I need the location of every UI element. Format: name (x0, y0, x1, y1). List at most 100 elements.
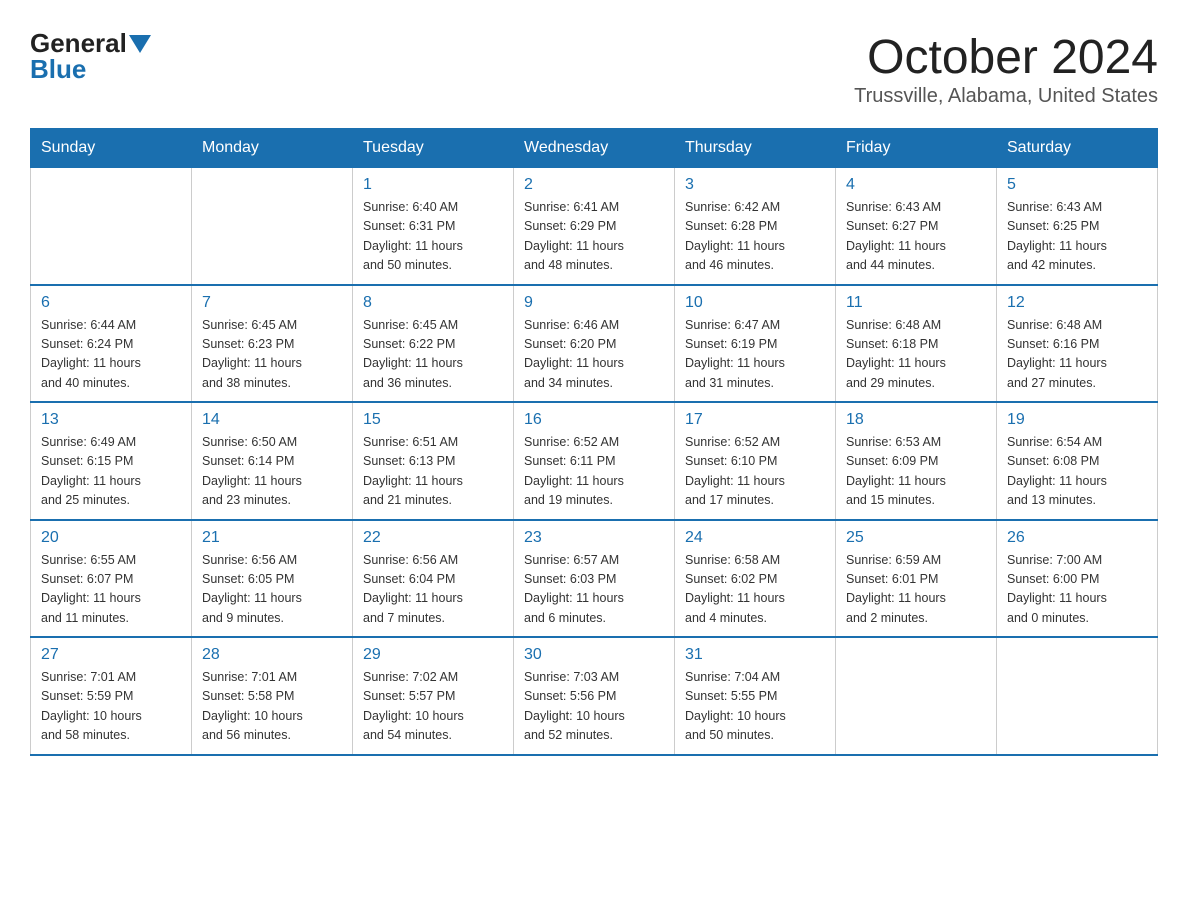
calendar-cell: 19Sunrise: 6:54 AM Sunset: 6:08 PM Dayli… (997, 402, 1158, 520)
calendar-cell: 20 Sunrise: 6:55 AM Sunset: 6:07 PM Dayli… (31, 520, 192, 638)
day-number: 30 (524, 646, 664, 664)
day-info: Sunrise: 6:52 AM Sunset: 6:11 PM Dayligh… (524, 433, 664, 511)
day-info: Sunrise: 7:03 AM Sunset: 5:56 PM Dayligh… (524, 668, 664, 746)
day-info: Sunrise: 6:52 AM Sunset: 6:10 PM Dayligh… (685, 433, 825, 511)
calendar-cell: 11 Sunrise: 6:48 AM Sunset: 6:18 PM Dayli… (836, 285, 997, 403)
calendar-cell: 2Sunrise: 6:41 AM Sunset: 6:29 PM Daylig… (514, 168, 675, 285)
day-number: 27 (41, 646, 181, 664)
weekday-header-tuesday: Tuesday (353, 129, 514, 168)
day-number: 24 (685, 529, 825, 547)
calendar-cell: 13 Sunrise: 6:49 AM Sunset: 6:15 PM Dayli… (31, 402, 192, 520)
calendar-cell (31, 168, 192, 285)
calendar-cell: 30 Sunrise: 7:03 AM Sunset: 5:56 PM Dayli… (514, 637, 675, 755)
day-info: Sunrise: 6:46 AM Sunset: 6:20 PM Dayligh… (524, 316, 664, 394)
day-info: Sunrise: 6:42 AM Sunset: 6:28 PM Dayligh… (685, 198, 825, 276)
calendar-cell: 9 Sunrise: 6:46 AM Sunset: 6:20 PM Daylig… (514, 285, 675, 403)
day-number: 4 (846, 176, 986, 194)
day-number: 3 (685, 176, 825, 194)
day-info: Sunrise: 6:50 AM Sunset: 6:14 PM Dayligh… (202, 433, 342, 511)
day-info: Sunrise: 6:45 AM Sunset: 6:22 PM Dayligh… (363, 316, 503, 394)
logo-triangle-icon (129, 35, 151, 53)
day-info: Sunrise: 6:56 AM Sunset: 6:05 PM Dayligh… (202, 551, 342, 629)
day-info: Sunrise: 6:43 AM Sunset: 6:27 PM Dayligh… (846, 198, 986, 276)
calendar-cell: 15 Sunrise: 6:51 AM Sunset: 6:13 PM Dayli… (353, 402, 514, 520)
day-number: 15 (363, 411, 503, 429)
calendar-cell: 29 Sunrise: 7:02 AM Sunset: 5:57 PM Dayli… (353, 637, 514, 755)
calendar-cell (997, 637, 1158, 755)
calendar-cell: 14 Sunrise: 6:50 AM Sunset: 6:14 PM Dayli… (192, 402, 353, 520)
day-info: Sunrise: 6:54 AM Sunset: 6:08 PM Dayligh… (1007, 433, 1147, 511)
day-info: Sunrise: 6:53 AM Sunset: 6:09 PM Dayligh… (846, 433, 986, 511)
calendar-cell: 4 Sunrise: 6:43 AM Sunset: 6:27 PM Daylig… (836, 168, 997, 285)
day-info: Sunrise: 6:40 AM Sunset: 6:31 PM Dayligh… (363, 198, 503, 276)
calendar-cell: 16 Sunrise: 6:52 AM Sunset: 6:11 PM Dayli… (514, 402, 675, 520)
day-info: Sunrise: 6:48 AM Sunset: 6:18 PM Dayligh… (846, 316, 986, 394)
calendar-cell: 6 Sunrise: 6:44 AM Sunset: 6:24 PM Daylig… (31, 285, 192, 403)
day-number: 6 (41, 294, 181, 312)
calendar-cell: 31Sunrise: 7:04 AM Sunset: 5:55 PM Dayli… (675, 637, 836, 755)
calendar-cell: 8Sunrise: 6:45 AM Sunset: 6:22 PM Daylig… (353, 285, 514, 403)
week-row-3: 13 Sunrise: 6:49 AM Sunset: 6:15 PM Dayli… (31, 402, 1158, 520)
day-number: 10 (685, 294, 825, 312)
calendar-cell: 26 Sunrise: 7:00 AM Sunset: 6:00 PM Dayli… (997, 520, 1158, 638)
day-info: Sunrise: 6:51 AM Sunset: 6:13 PM Dayligh… (363, 433, 503, 511)
calendar-cell (836, 637, 997, 755)
weekday-header-friday: Friday (836, 129, 997, 168)
day-info: Sunrise: 6:49 AM Sunset: 6:15 PM Dayligh… (41, 433, 181, 511)
day-info: Sunrise: 6:55 AM Sunset: 6:07 PM Dayligh… (41, 551, 181, 629)
calendar-cell: 25 Sunrise: 6:59 AM Sunset: 6:01 PM Dayli… (836, 520, 997, 638)
day-info: Sunrise: 6:48 AM Sunset: 6:16 PM Dayligh… (1007, 316, 1147, 394)
day-info: Sunrise: 7:02 AM Sunset: 5:57 PM Dayligh… (363, 668, 503, 746)
day-number: 13 (41, 411, 181, 429)
day-info: Sunrise: 7:00 AM Sunset: 6:00 PM Dayligh… (1007, 551, 1147, 629)
day-number: 16 (524, 411, 664, 429)
weekday-header-row: SundayMondayTuesdayWednesdayThursdayFrid… (31, 129, 1158, 168)
day-number: 11 (846, 294, 986, 312)
calendar-cell: 22Sunrise: 6:56 AM Sunset: 6:04 PM Dayli… (353, 520, 514, 638)
week-row-2: 6 Sunrise: 6:44 AM Sunset: 6:24 PM Daylig… (31, 285, 1158, 403)
title-block: October 2024 Trussville, Alabama, United… (854, 30, 1158, 108)
logo-general-text: General (30, 30, 127, 56)
day-info: Sunrise: 6:45 AM Sunset: 6:23 PM Dayligh… (202, 316, 342, 394)
weekday-header-sunday: Sunday (31, 129, 192, 168)
day-number: 7 (202, 294, 342, 312)
day-info: Sunrise: 7:01 AM Sunset: 5:58 PM Dayligh… (202, 668, 342, 746)
day-number: 18 (846, 411, 986, 429)
calendar-cell: 24Sunrise: 6:58 AM Sunset: 6:02 PM Dayli… (675, 520, 836, 638)
calendar-cell: 1 Sunrise: 6:40 AM Sunset: 6:31 PM Daylig… (353, 168, 514, 285)
day-number: 17 (685, 411, 825, 429)
logo-blue-text: Blue (30, 56, 86, 82)
day-number: 26 (1007, 529, 1147, 547)
day-number: 20 (41, 529, 181, 547)
day-info: Sunrise: 6:44 AM Sunset: 6:24 PM Dayligh… (41, 316, 181, 394)
calendar-cell: 12 Sunrise: 6:48 AM Sunset: 6:16 PM Dayli… (997, 285, 1158, 403)
day-number: 9 (524, 294, 664, 312)
calendar-cell: 28 Sunrise: 7:01 AM Sunset: 5:58 PM Dayli… (192, 637, 353, 755)
day-number: 12 (1007, 294, 1147, 312)
calendar-cell: 5Sunrise: 6:43 AM Sunset: 6:25 PM Daylig… (997, 168, 1158, 285)
day-number: 23 (524, 529, 664, 547)
day-info: Sunrise: 7:01 AM Sunset: 5:59 PM Dayligh… (41, 668, 181, 746)
page-header: General Blue October 2024 Trussville, Al… (30, 30, 1158, 108)
calendar-cell: 10 Sunrise: 6:47 AM Sunset: 6:19 PM Dayli… (675, 285, 836, 403)
day-number: 2 (524, 176, 664, 194)
weekday-header-thursday: Thursday (675, 129, 836, 168)
calendar-subtitle: Trussville, Alabama, United States (854, 85, 1158, 108)
day-info: Sunrise: 6:47 AM Sunset: 6:19 PM Dayligh… (685, 316, 825, 394)
day-info: Sunrise: 6:59 AM Sunset: 6:01 PM Dayligh… (846, 551, 986, 629)
day-number: 14 (202, 411, 342, 429)
day-number: 25 (846, 529, 986, 547)
day-number: 28 (202, 646, 342, 664)
weekday-header-monday: Monday (192, 129, 353, 168)
calendar-cell (192, 168, 353, 285)
calendar-cell: 21Sunrise: 6:56 AM Sunset: 6:05 PM Dayli… (192, 520, 353, 638)
calendar-cell: 23 Sunrise: 6:57 AM Sunset: 6:03 PM Dayli… (514, 520, 675, 638)
calendar-cell: 27 Sunrise: 7:01 AM Sunset: 5:59 PM Dayli… (31, 637, 192, 755)
logo: General Blue (30, 30, 151, 82)
week-row-1: 1 Sunrise: 6:40 AM Sunset: 6:31 PM Daylig… (31, 168, 1158, 285)
calendar-cell: 18 Sunrise: 6:53 AM Sunset: 6:09 PM Dayli… (836, 402, 997, 520)
weekday-header-wednesday: Wednesday (514, 129, 675, 168)
day-info: Sunrise: 6:57 AM Sunset: 6:03 PM Dayligh… (524, 551, 664, 629)
day-number: 1 (363, 176, 503, 194)
day-number: 29 (363, 646, 503, 664)
